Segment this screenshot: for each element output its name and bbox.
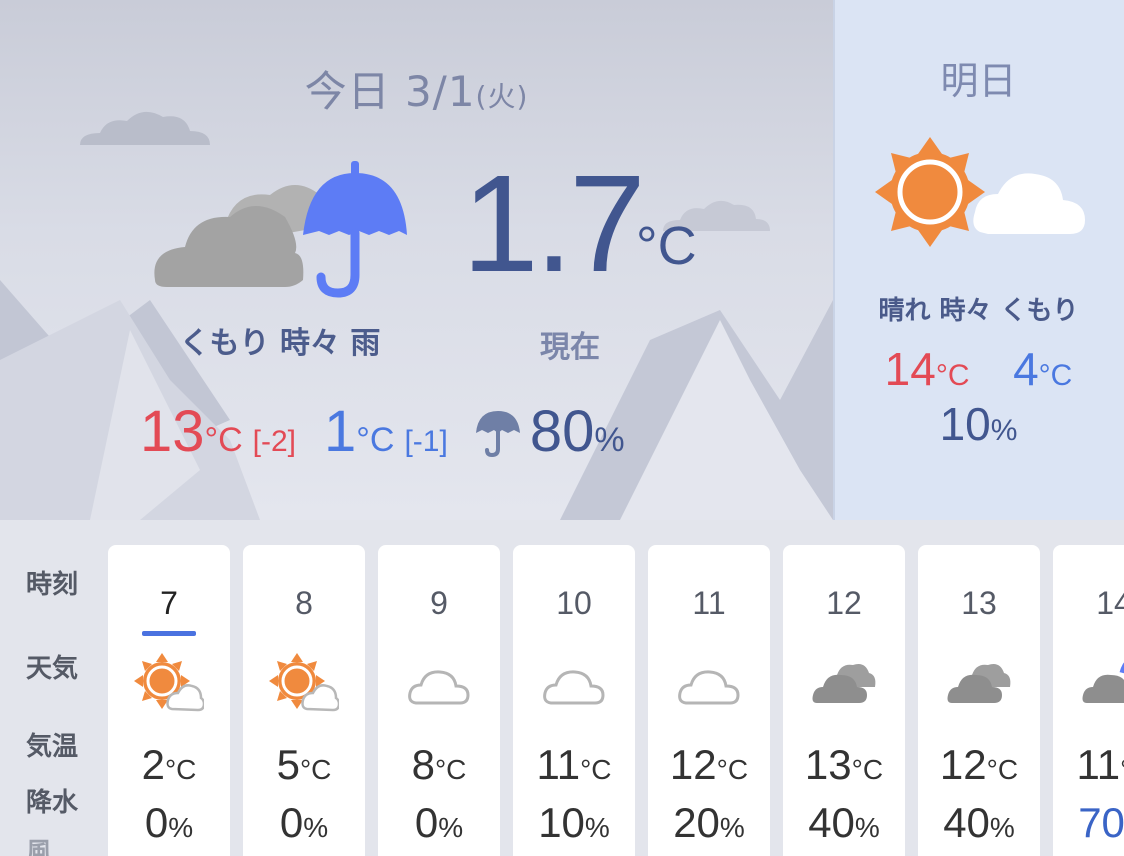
cloud-icon bbox=[404, 653, 474, 713]
wind-arrow-icon bbox=[678, 851, 738, 856]
hour-label: 7 bbox=[160, 585, 178, 621]
hour-column[interactable]: 9 8°C 0% bbox=[378, 545, 500, 856]
hour-column[interactable]: 10 11°C 10% bbox=[513, 545, 635, 856]
current-hour-indicator bbox=[142, 631, 196, 636]
hourly-row-labels: 時刻 天気 気温 降水 風 bbox=[0, 520, 105, 856]
tomorrow-high-temp: 14°C bbox=[884, 343, 970, 395]
today-rain-chance: 80% bbox=[529, 399, 625, 464]
umbrella-icon bbox=[475, 411, 520, 458]
hour-label: 9 bbox=[430, 585, 448, 621]
hour-column[interactable]: 8 5°C 0% bbox=[243, 545, 365, 856]
hour-temperature: 8°C bbox=[411, 741, 467, 788]
row-label-time: 時刻 bbox=[26, 570, 79, 600]
hour-column[interactable]: 7 2°C 0% bbox=[108, 545, 230, 856]
row-label-weather: 天気 bbox=[26, 654, 79, 684]
hour-label: 8 bbox=[295, 585, 313, 621]
sun-cloud-icon bbox=[269, 653, 341, 713]
wind-arrow-icon bbox=[273, 851, 333, 856]
today-date: 今日 3/1 bbox=[304, 67, 476, 116]
hour-label: 13 bbox=[961, 585, 997, 621]
today-title: 今日 3/1(火) bbox=[0, 58, 833, 119]
hour-rain-chance: 20% bbox=[673, 799, 745, 846]
tomorrow-low-temp: 4°C bbox=[1013, 343, 1073, 395]
hour-temperature: 12°C bbox=[669, 741, 749, 788]
hour-label: 12 bbox=[826, 585, 862, 621]
hour-temperature: 11°C bbox=[536, 741, 612, 788]
heavy-cloud-icon bbox=[944, 653, 1014, 713]
cloud-rain-icon bbox=[1079, 653, 1124, 713]
wind-arrow-icon bbox=[813, 851, 873, 856]
today-stats: 13°C [-2] 1°C [-1] 80% bbox=[140, 398, 625, 468]
wind-arrow-icon bbox=[408, 851, 468, 856]
today-high-temp: 13°C bbox=[140, 399, 243, 464]
tomorrow-weather-label: 晴れ 時々 くもり bbox=[878, 296, 1079, 326]
hour-column[interactable]: 13 12°C 40% bbox=[918, 545, 1040, 856]
wind-arrow-icon bbox=[543, 851, 603, 856]
tomorrow-temps: 14°C 4°C bbox=[833, 342, 1124, 396]
current-temperature: 1.7 bbox=[462, 147, 646, 301]
hour-rain-chance: 10% bbox=[538, 799, 610, 846]
hour-temperature: 5°C bbox=[276, 741, 332, 788]
hour-rain-chance: 0% bbox=[144, 799, 194, 846]
heavy-cloud-icon bbox=[809, 653, 879, 713]
sun-cloud-icon bbox=[134, 653, 206, 713]
today-low-temp: 1°C bbox=[324, 399, 395, 464]
row-label-wind: 風 bbox=[26, 838, 53, 856]
today-low-diff: [-1] bbox=[404, 425, 448, 458]
hour-label: 11 bbox=[692, 585, 726, 621]
hour-temperature: 13°C bbox=[804, 741, 884, 788]
hour-column[interactable]: 14 11°C 70% bbox=[1053, 545, 1124, 856]
today-weather-label: くもり 時々 雨 bbox=[179, 326, 381, 361]
today-day-of-week: (火) bbox=[475, 80, 529, 113]
current-label: 現在 bbox=[540, 330, 600, 365]
current-temperature-unit: °C bbox=[636, 216, 697, 276]
hour-rain-chance: 70% bbox=[1078, 799, 1124, 846]
cloud-umbrella-icon bbox=[154, 161, 407, 298]
hourly-forecast: 時刻 天気 気温 降水 風 7 2°C 0% 8 5°C 0% 9 8°C 0% 10 11°C 10… bbox=[0, 520, 1124, 856]
today-high-diff: [-2] bbox=[252, 425, 297, 458]
hour-label: 10 bbox=[556, 585, 592, 621]
hour-rain-chance: 40% bbox=[808, 799, 880, 846]
hour-temperature: 2°C bbox=[141, 741, 197, 788]
tomorrow-title: 明日 bbox=[940, 59, 1017, 103]
hour-rain-chance: 0% bbox=[414, 799, 464, 846]
hour-temperature: 11°C bbox=[1076, 741, 1124, 788]
hour-column[interactable]: 12 13°C 40% bbox=[783, 545, 905, 856]
hour-rain-chance: 40% bbox=[943, 799, 1015, 846]
hour-column[interactable]: 11 12°C 20% bbox=[648, 545, 770, 856]
wind-arrow-icon bbox=[138, 851, 198, 856]
row-label-rain: 降水 bbox=[26, 788, 79, 818]
sun-cloud-icon bbox=[875, 137, 1085, 247]
hour-rain-chance: 0% bbox=[279, 799, 329, 846]
wind-arrow-icon bbox=[1083, 851, 1124, 856]
cloud-icon bbox=[674, 653, 744, 713]
tomorrow-rain-chance: 10% bbox=[939, 398, 1018, 450]
wind-arrow-icon bbox=[948, 851, 1008, 856]
cloud-icon bbox=[539, 653, 609, 713]
row-label-temp: 気温 bbox=[26, 732, 79, 762]
hour-label: 14 bbox=[1096, 585, 1124, 621]
hour-temperature: 12°C bbox=[939, 741, 1019, 788]
